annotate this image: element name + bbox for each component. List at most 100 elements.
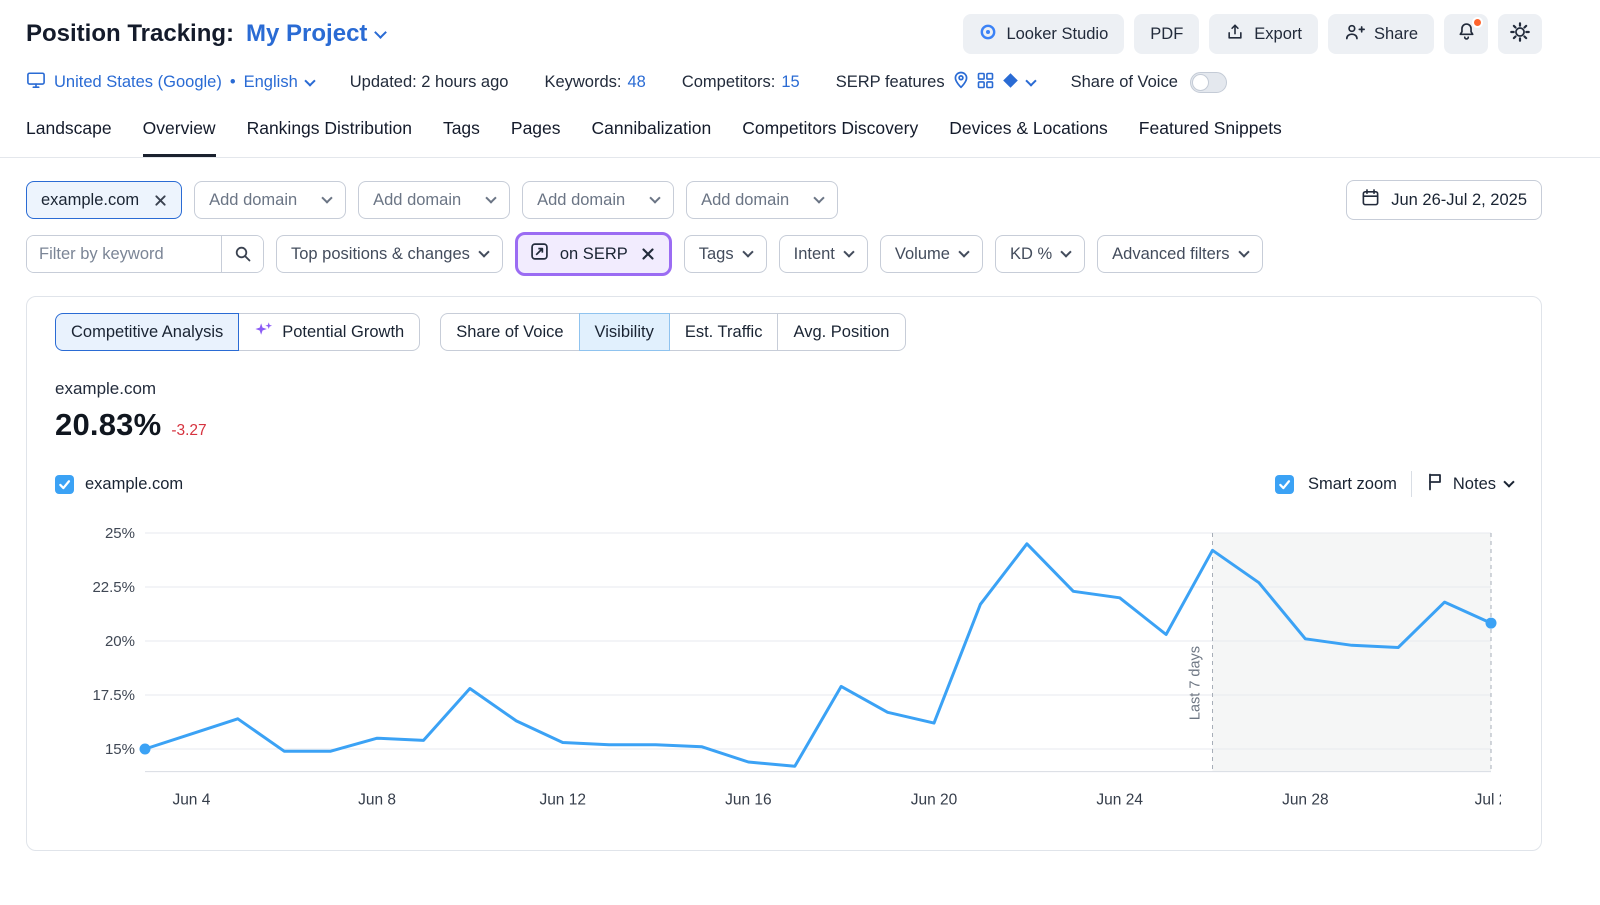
selected-domain-chip[interactable]: example.com bbox=[26, 181, 182, 219]
tags-dropdown[interactable]: Tags bbox=[684, 235, 767, 273]
top-positions-dropdown[interactable]: Top positions & changes bbox=[276, 235, 503, 273]
svg-text:20%: 20% bbox=[105, 633, 135, 650]
project-name: My Project bbox=[246, 20, 367, 48]
visibility-delta: -3.27 bbox=[171, 422, 206, 440]
tab-pages[interactable]: Pages bbox=[511, 118, 561, 157]
intent-label: Intent bbox=[794, 245, 835, 264]
tab-landscape[interactable]: Landscape bbox=[26, 118, 112, 157]
serp-features-selector[interactable]: SERP features bbox=[836, 71, 1035, 94]
chevron-down-icon bbox=[843, 246, 854, 257]
location-language-selector[interactable]: United States (Google) • English bbox=[26, 71, 314, 94]
export-label: Export bbox=[1254, 25, 1302, 44]
updated-label: Updated: 2 hours ago bbox=[350, 73, 509, 92]
notes-dropdown[interactable]: Notes bbox=[1426, 472, 1513, 496]
share-label: Share bbox=[1374, 25, 1418, 44]
potential-growth-label: Potential Growth bbox=[282, 323, 404, 342]
tab-overview[interactable]: Overview bbox=[143, 118, 216, 157]
chart-area: 15%17.5%20%22.5%25%Last 7 daysJun 4Jun 8… bbox=[39, 513, 1541, 820]
keyword-search-button[interactable] bbox=[221, 236, 263, 272]
calendar-icon bbox=[1361, 188, 1380, 212]
visibility-chart[interactable]: 15%17.5%20%22.5%25%Last 7 daysJun 4Jun 8… bbox=[39, 513, 1501, 815]
tab-rankings-distribution[interactable]: Rankings Distribution bbox=[247, 118, 412, 157]
settings-button[interactable] bbox=[1498, 14, 1542, 54]
add-domain-label: Add domain bbox=[209, 191, 297, 210]
serp-feature-filter-chip[interactable]: on SERP bbox=[515, 232, 672, 276]
campaign-meta-row: United States (Google) • English Updated… bbox=[0, 54, 1600, 94]
add-domain-dropdown-2[interactable]: Add domain bbox=[358, 181, 510, 219]
smart-zoom-checkbox[interactable] bbox=[1275, 475, 1294, 494]
remove-serp-filter-button[interactable] bbox=[639, 245, 657, 263]
panel-controls: Competitive Analysis Potential Growth Sh… bbox=[27, 313, 1541, 351]
date-range-picker[interactable]: Jun 26-Jul 2, 2025 bbox=[1346, 180, 1542, 220]
advanced-filters-dropdown[interactable]: Advanced filters bbox=[1097, 235, 1262, 273]
svg-text:17.5%: 17.5% bbox=[92, 687, 135, 704]
project-selector[interactable]: My Project bbox=[246, 20, 385, 48]
kd-dropdown[interactable]: KD % bbox=[995, 235, 1085, 273]
svg-text:Jul 2: Jul 2 bbox=[1475, 792, 1501, 809]
date-range-label: Jun 26-Jul 2, 2025 bbox=[1391, 191, 1527, 210]
kd-label: KD % bbox=[1010, 245, 1052, 264]
add-domain-label: Add domain bbox=[373, 191, 461, 210]
pdf-label: PDF bbox=[1150, 25, 1183, 44]
tab-competitors-discovery[interactable]: Competitors Discovery bbox=[742, 118, 918, 157]
intent-dropdown[interactable]: Intent bbox=[779, 235, 868, 273]
gear-icon bbox=[1509, 21, 1531, 48]
metric-tab-avg-position[interactable]: Avg. Position bbox=[777, 313, 905, 351]
advanced-filters-label: Advanced filters bbox=[1112, 245, 1229, 264]
svg-text:Jun 8: Jun 8 bbox=[358, 792, 396, 809]
page-title: Position Tracking: bbox=[26, 20, 234, 48]
domain-chip-label: example.com bbox=[41, 191, 139, 210]
add-domain-dropdown-4[interactable]: Add domain bbox=[686, 181, 838, 219]
monitor-icon bbox=[26, 71, 46, 94]
overview-panel: Competitive Analysis Potential Growth Sh… bbox=[26, 296, 1542, 851]
share-user-icon bbox=[1344, 22, 1365, 47]
legend-checkbox-example-com[interactable] bbox=[55, 475, 74, 494]
share-of-voice-toggle[interactable] bbox=[1190, 72, 1227, 93]
pdf-button[interactable]: PDF bbox=[1134, 14, 1199, 54]
tab-devices-locations[interactable]: Devices & Locations bbox=[949, 118, 1108, 157]
competitive-analysis-label: Competitive Analysis bbox=[71, 323, 223, 342]
metric-switch: Share of Voice Visibility Est. Traffic A… bbox=[440, 313, 905, 351]
looker-studio-button[interactable]: Looker Studio bbox=[963, 14, 1124, 54]
metric-tab-share-of-voice[interactable]: Share of Voice bbox=[440, 313, 579, 351]
add-domain-label: Add domain bbox=[537, 191, 625, 210]
add-domain-dropdown-3[interactable]: Add domain bbox=[522, 181, 674, 219]
tags-label: Tags bbox=[699, 245, 734, 264]
metric-tab-visibility[interactable]: Visibility bbox=[579, 313, 670, 351]
metric-tab-est-traffic[interactable]: Est. Traffic bbox=[669, 313, 779, 351]
keyword-filter-input[interactable] bbox=[27, 236, 221, 272]
volume-dropdown[interactable]: Volume bbox=[880, 235, 983, 273]
tab-potential-growth[interactable]: Potential Growth bbox=[238, 313, 420, 351]
notifications-button[interactable] bbox=[1444, 14, 1488, 54]
chevron-down-icon bbox=[1025, 75, 1036, 86]
notes-label: Notes bbox=[1453, 475, 1496, 494]
tab-featured-snippets[interactable]: Featured Snippets bbox=[1139, 118, 1282, 157]
keywords-stat[interactable]: Keywords: 48 bbox=[544, 73, 645, 92]
competitors-count: 15 bbox=[781, 73, 799, 92]
close-icon bbox=[641, 247, 655, 261]
chevron-down-icon bbox=[485, 192, 496, 203]
chevron-down-icon bbox=[1238, 246, 1249, 257]
svg-text:Last 7 days: Last 7 days bbox=[1188, 646, 1204, 720]
vertical-divider bbox=[1411, 471, 1412, 497]
export-icon bbox=[1225, 22, 1245, 47]
share-of-voice-setting: Share of Voice bbox=[1071, 72, 1227, 93]
metric-summary: example.com 20.83% -3.27 bbox=[27, 379, 1541, 443]
tab-cannibalization[interactable]: Cannibalization bbox=[592, 118, 712, 157]
svg-text:15%: 15% bbox=[105, 741, 135, 758]
export-button[interactable]: Export bbox=[1209, 14, 1318, 54]
chevron-down-icon bbox=[742, 246, 753, 257]
svg-text:22.5%: 22.5% bbox=[92, 579, 135, 596]
notification-badge bbox=[1472, 17, 1483, 28]
tab-competitive-analysis[interactable]: Competitive Analysis bbox=[55, 313, 239, 351]
domains-filter-row: example.com Add domain Add domain Add do… bbox=[0, 158, 1600, 220]
share-button[interactable]: Share bbox=[1328, 14, 1434, 54]
main-nav-tabs: Landscape Overview Rankings Distribution… bbox=[0, 94, 1600, 158]
analysis-mode-switch: Competitive Analysis Potential Growth bbox=[55, 313, 420, 351]
tab-tags[interactable]: Tags bbox=[443, 118, 480, 157]
chevron-down-icon bbox=[321, 192, 332, 203]
header-actions: Looker Studio PDF Export Share bbox=[963, 14, 1542, 54]
remove-domain-button[interactable] bbox=[152, 192, 169, 209]
add-domain-dropdown-1[interactable]: Add domain bbox=[194, 181, 346, 219]
competitors-stat[interactable]: Competitors: 15 bbox=[682, 73, 800, 92]
